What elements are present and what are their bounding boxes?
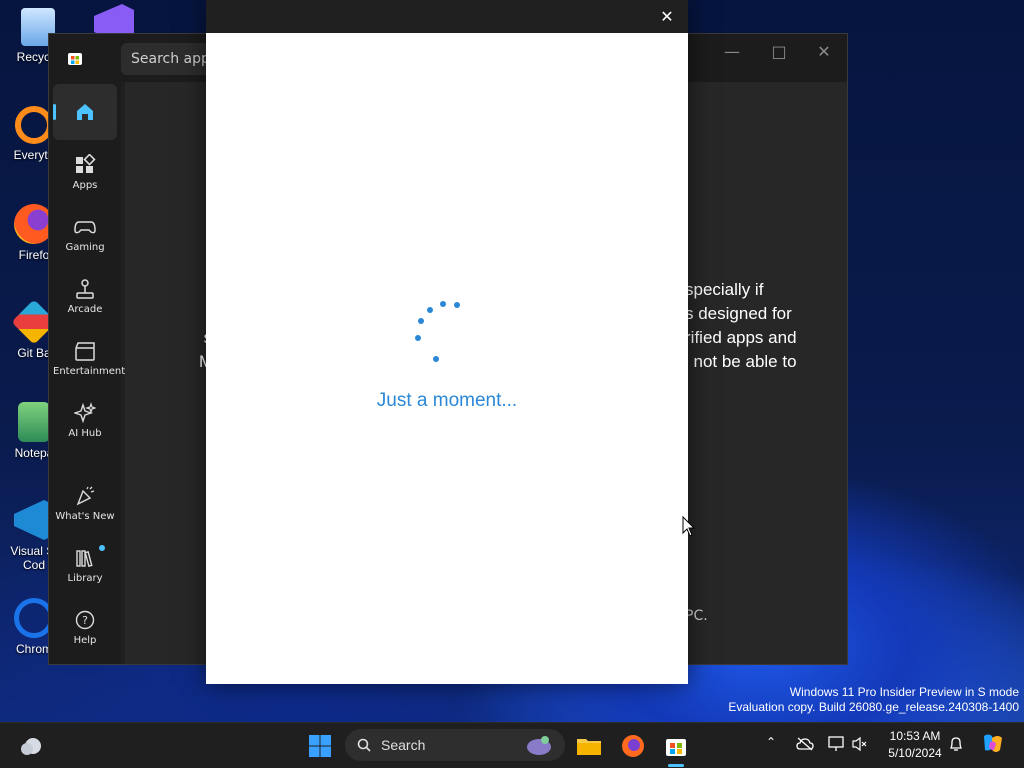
nav-item-help[interactable]: ? Help [53, 601, 117, 657]
nav-item-ai-hub[interactable]: AI Hub [53, 394, 117, 450]
taskbar-search-label: Search [381, 737, 426, 753]
nav-label: What's New [55, 511, 115, 522]
folder-icon [577, 739, 601, 755]
notification-bell-icon[interactable] [949, 736, 963, 752]
firefox-icon [622, 735, 644, 757]
network-icon[interactable] [828, 736, 846, 752]
home-icon [77, 104, 93, 120]
nav-label: Entertainment [53, 366, 126, 377]
taskbar: Search ⌃ 10:53 AM 5/10/2024 [0, 722, 1024, 768]
nav-label: Help [73, 635, 97, 646]
copilot-icon[interactable] [980, 732, 1006, 756]
taskbar-file-explorer[interactable] [573, 730, 605, 762]
mouse-cursor-icon [682, 516, 696, 537]
cloud-weather-icon [21, 738, 41, 755]
clapperboard-icon [75, 342, 95, 361]
library-icon [76, 550, 93, 568]
nav-item-apps[interactable]: Apps [53, 146, 117, 202]
background-footnote: PC. [685, 608, 708, 624]
taskbar-clock[interactable]: 10:53 AM 5/10/2024 [880, 728, 950, 762]
gamepad-icon [74, 221, 96, 234]
dialog-close-button[interactable]: ✕ [656, 6, 678, 28]
minimize-button[interactable]: — [717, 42, 747, 61]
library-notification-dot [99, 545, 105, 551]
store-logo-icon [68, 53, 82, 65]
search-highlight-icon [527, 736, 551, 755]
nav-item-arcade[interactable]: Arcade [53, 270, 117, 326]
maximize-button[interactable]: □ [764, 42, 794, 61]
nav-item-entertainment[interactable]: Entertainment [53, 332, 125, 388]
taskbar-firefox[interactable] [617, 730, 649, 762]
help-icon: ? [75, 610, 95, 630]
background-text-right: specially if s designed for rified apps … [685, 280, 797, 371]
nav-label: Arcade [67, 304, 103, 315]
nav-item-home[interactable] [53, 84, 117, 140]
onedrive-offline-icon[interactable] [796, 737, 814, 751]
loading-text: Just a moment... [376, 390, 518, 411]
close-button[interactable]: ✕ [809, 42, 839, 61]
nav-label: Apps [72, 180, 98, 191]
start-button[interactable] [304, 730, 336, 762]
loading-spinner-icon [415, 301, 460, 362]
store-icon [666, 739, 686, 756]
nav-item-library[interactable]: Library [53, 539, 117, 595]
windows-logo-icon [309, 735, 331, 757]
show-hidden-icons-chevron-icon[interactable]: ⌃ [766, 735, 776, 749]
store-nav: Apps Gaming Arcade Entertainment AI Hub … [49, 82, 125, 664]
sparkle-icon [74, 402, 96, 424]
nav-item-gaming[interactable]: Gaming [53, 208, 117, 264]
widgets-button[interactable] [16, 730, 48, 762]
loading-dialog: ✕ Just a moment... [206, 0, 688, 684]
nav-label: Gaming [65, 242, 105, 253]
apps-icon [76, 154, 96, 173]
volume-muted-icon[interactable] [852, 736, 868, 752]
party-icon [76, 486, 95, 506]
joystick-icon [76, 279, 94, 299]
svg-text:?: ? [82, 614, 88, 627]
search-icon [357, 738, 371, 752]
windows-watermark: Windows 11 Pro Insider Preview in S mode… [728, 685, 1019, 714]
taskbar-search-box[interactable]: Search [345, 729, 565, 761]
active-app-indicator [668, 764, 684, 767]
nav-label: Library [67, 573, 103, 584]
dialog-titlebar: ✕ [206, 0, 688, 33]
taskbar-microsoft-store[interactable] [660, 730, 692, 762]
nav-item-whats-new[interactable]: What's New [53, 477, 117, 533]
nav-label: AI Hub [68, 428, 102, 439]
notepad-icon [18, 402, 50, 442]
